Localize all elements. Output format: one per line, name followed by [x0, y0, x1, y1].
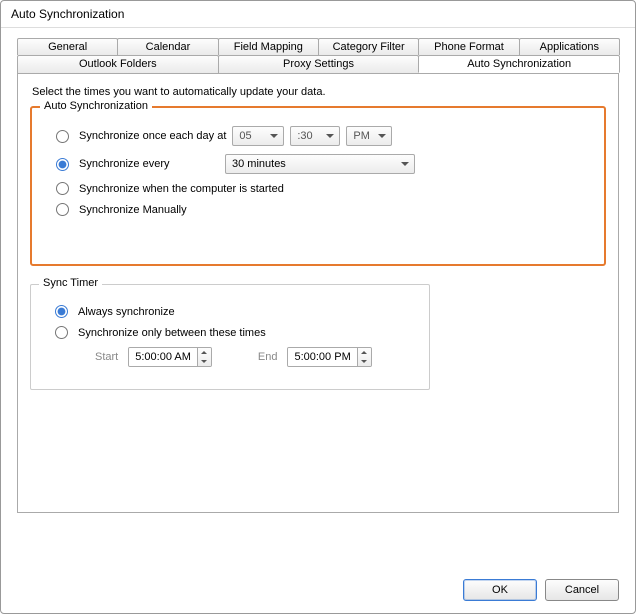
- label-sync-between[interactable]: Synchronize only between these times: [78, 327, 266, 339]
- tab-outlook-folders[interactable]: Outlook Folders: [17, 55, 219, 73]
- label-sync-on-start[interactable]: Synchronize when the computer is started: [79, 183, 284, 195]
- end-label: End: [258, 351, 278, 363]
- tab-applications[interactable]: Applications: [519, 38, 620, 55]
- option-between-row: Synchronize only between these times: [55, 326, 417, 339]
- start-label: Start: [95, 351, 118, 363]
- time-range-row: Start 5:00:00 AM End 5:00:00 PM: [71, 347, 417, 367]
- tab-category-filter[interactable]: Category Filter: [318, 38, 419, 55]
- tab-panel: Select the times you want to automatical…: [17, 73, 619, 513]
- select-sync-every-interval[interactable]: 30 minutes: [225, 154, 415, 174]
- chevron-up-icon[interactable]: [358, 348, 371, 357]
- option-sync-once-row: Synchronize once each day at 05 :30 PM: [56, 126, 592, 146]
- window-title: Auto Synchronization: [1, 1, 635, 28]
- instruction-text: Select the times you want to automatical…: [32, 86, 606, 98]
- radio-sync-on-start[interactable]: [56, 182, 69, 195]
- radio-always-sync[interactable]: [55, 305, 68, 318]
- settings-window: Auto Synchronization General Calendar Fi…: [0, 0, 636, 614]
- auto-sync-legend: Auto Synchronization: [40, 100, 152, 112]
- radio-sync-every[interactable]: [56, 158, 69, 171]
- tab-row-1: General Calendar Field Mapping Category …: [17, 38, 619, 55]
- end-time-arrows[interactable]: [357, 348, 371, 366]
- tab-proxy-settings[interactable]: Proxy Settings: [218, 55, 420, 73]
- option-sync-start-row: Synchronize when the computer is started: [56, 182, 592, 195]
- chevron-up-icon[interactable]: [198, 348, 211, 357]
- sync-timer-group: Sync Timer Always synchronize Synchroniz…: [30, 284, 430, 390]
- ok-button[interactable]: OK: [463, 579, 537, 601]
- tab-general[interactable]: General: [17, 38, 118, 55]
- option-sync-manual-row: Synchronize Manually: [56, 203, 592, 216]
- chevron-down-icon[interactable]: [198, 357, 211, 366]
- select-once-hour[interactable]: 05: [232, 126, 284, 146]
- radio-sync-between[interactable]: [55, 326, 68, 339]
- label-always-sync[interactable]: Always synchronize: [78, 306, 175, 318]
- dialog-footer: OK Cancel: [1, 569, 635, 613]
- radio-sync-manual[interactable]: [56, 203, 69, 216]
- option-always-row: Always synchronize: [55, 305, 417, 318]
- label-sync-once[interactable]: Synchronize once each day at: [79, 130, 226, 142]
- chevron-down-icon[interactable]: [358, 357, 371, 366]
- label-sync-manual[interactable]: Synchronize Manually: [79, 204, 187, 216]
- start-time-arrows[interactable]: [197, 348, 211, 366]
- start-time-value[interactable]: 5:00:00 AM: [129, 348, 197, 366]
- tab-strip: General Calendar Field Mapping Category …: [17, 38, 619, 513]
- select-once-minute[interactable]: :30: [290, 126, 340, 146]
- option-sync-every-row: Synchronize every 30 minutes: [56, 154, 592, 174]
- tab-phone-format[interactable]: Phone Format: [418, 38, 519, 55]
- start-time-spinner[interactable]: 5:00:00 AM: [128, 347, 212, 367]
- tab-field-mapping[interactable]: Field Mapping: [218, 38, 319, 55]
- end-time-value[interactable]: 5:00:00 PM: [288, 348, 356, 366]
- auto-sync-group: Auto Synchronization Synchronize once ea…: [30, 106, 606, 266]
- label-sync-every[interactable]: Synchronize every: [79, 158, 219, 170]
- tab-row-2: Outlook Folders Proxy Settings Auto Sync…: [17, 55, 619, 73]
- cancel-button[interactable]: Cancel: [545, 579, 619, 601]
- sync-timer-legend: Sync Timer: [39, 277, 102, 289]
- tab-auto-synchronization[interactable]: Auto Synchronization: [418, 55, 620, 73]
- select-once-ampm[interactable]: PM: [346, 126, 392, 146]
- end-time-spinner[interactable]: 5:00:00 PM: [287, 347, 371, 367]
- window-body: General Calendar Field Mapping Category …: [1, 28, 635, 569]
- tab-calendar[interactable]: Calendar: [117, 38, 218, 55]
- radio-sync-once[interactable]: [56, 130, 69, 143]
